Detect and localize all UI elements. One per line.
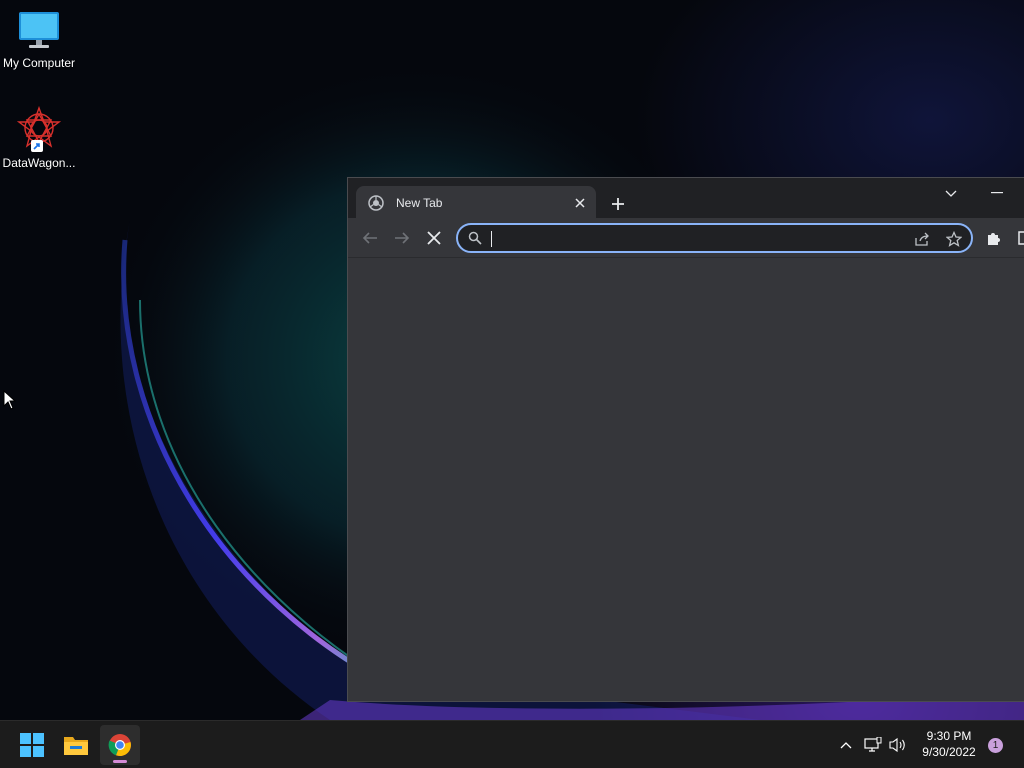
volume-icon[interactable]: [888, 735, 908, 755]
desktop-icon-label: My Computer: [2, 56, 76, 70]
desktop-icon-my-computer[interactable]: My Computer: [0, 10, 78, 70]
clock-time: 9:30 PM: [926, 729, 972, 743]
new-tab-plus-icon[interactable]: [606, 192, 630, 216]
chrome-icon[interactable]: [100, 725, 140, 765]
file-explorer-icon[interactable]: [56, 725, 96, 765]
shortcut-arrow-icon: [31, 140, 43, 152]
windows-start-icon[interactable]: [12, 725, 52, 765]
share-icon[interactable]: [913, 230, 931, 248]
network-icon[interactable]: [863, 735, 883, 755]
taskbar: 9:30 PM 9/30/2022 1: [0, 720, 1024, 768]
back-arrow-icon[interactable]: [358, 226, 382, 250]
monitor-icon: [17, 10, 61, 53]
tab-new-tab[interactable]: New Tab: [356, 186, 596, 220]
chrome-browser-window[interactable]: New Tab: [347, 177, 1024, 702]
forward-arrow-icon[interactable]: [390, 226, 414, 250]
search-icon: [468, 231, 482, 245]
tab-title: New Tab: [396, 196, 443, 210]
tab-close-icon[interactable]: [570, 193, 590, 213]
page-content-area[interactable]: [348, 259, 1024, 701]
desktop-icon-datawagon[interactable]: DataWagon...: [0, 105, 78, 170]
browser-toolbar: [348, 218, 1024, 258]
extensions-puzzle-icon[interactable]: [982, 226, 1006, 250]
minimize-window-icon[interactable]: [984, 182, 1010, 204]
stop-loading-x-icon[interactable]: [422, 226, 446, 250]
clock-date: 9/30/2022: [922, 745, 976, 759]
running-indicator: [113, 760, 127, 763]
tab-search-chevron-icon[interactable]: [941, 184, 961, 204]
chrome-newtab-icon: [368, 195, 384, 211]
notification-badge[interactable]: 1: [988, 738, 1003, 753]
show-hidden-icons-chevron-icon[interactable]: [836, 735, 856, 755]
bookmark-star-icon[interactable]: [945, 230, 963, 248]
system-clock[interactable]: 9:30 PM 9/30/2022: [914, 728, 984, 760]
desktop-icon-label: DataWagon...: [2, 156, 76, 170]
address-bar-input[interactable]: [490, 228, 900, 248]
browser-titlebar[interactable]: New Tab: [348, 178, 1024, 220]
datawagon-app-icon: [16, 105, 62, 153]
text-caret: [491, 231, 492, 247]
mouse-cursor-icon: [3, 389, 17, 415]
side-panel-icon[interactable]: [1014, 226, 1024, 250]
address-bar[interactable]: [456, 223, 973, 253]
